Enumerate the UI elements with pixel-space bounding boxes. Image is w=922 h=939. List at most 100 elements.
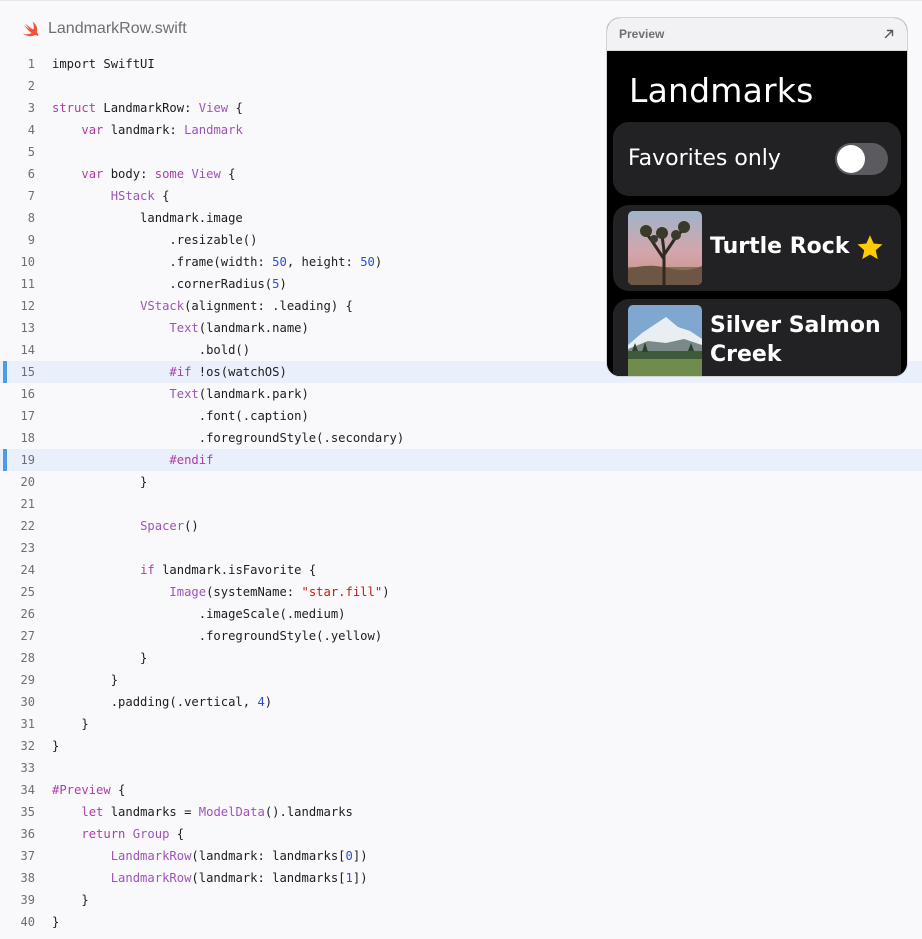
code-token: )	[382, 585, 390, 599]
code-line: 35 let landmarks = ModelData().landmarks	[0, 801, 922, 823]
line-source: import SwiftUI	[52, 53, 155, 75]
swift-icon	[22, 21, 39, 37]
code-token: {	[110, 783, 126, 797]
code-token: , height:	[286, 255, 361, 269]
code-token: #if	[169, 365, 192, 379]
line-number: 15	[20, 365, 35, 379]
code-token: }	[52, 739, 60, 753]
line-number: 34	[20, 783, 35, 797]
line-number: 40	[20, 915, 35, 929]
line-source: Image(systemName: "star.fill")	[52, 581, 390, 603]
code-token: )	[374, 255, 383, 269]
line-number: 3	[27, 101, 35, 115]
code-token: .resizable()	[52, 233, 258, 247]
code-token: {	[154, 189, 170, 203]
code-token: #endif	[169, 453, 214, 467]
code-token: }	[52, 651, 148, 665]
code-token: 1	[345, 871, 353, 885]
expand-arrow-icon[interactable]	[883, 28, 895, 40]
code-token: if	[140, 563, 163, 577]
favorites-toggle[interactable]	[835, 143, 888, 175]
line-number: 27	[20, 629, 35, 643]
code-token: #Preview	[52, 783, 111, 797]
code-token: {	[220, 167, 236, 181]
code-line: 36 return Group {	[0, 823, 922, 845]
line-number: 2	[27, 79, 35, 93]
line-number: 29	[20, 673, 35, 687]
code-token: .bold()	[52, 343, 251, 357]
preview-panel: Preview Landmarks Favorites only Turtle …	[606, 17, 908, 377]
line-source: }	[52, 669, 118, 691]
code-token: {	[169, 827, 185, 841]
code-line: 33	[0, 757, 922, 779]
code-token: HStack	[110, 189, 155, 203]
favorites-toggle-label: Favorites only	[628, 146, 781, 171]
line-number: 16	[20, 387, 35, 401]
code-token: (landmark.name)	[198, 321, 309, 335]
code-token: var	[81, 123, 111, 137]
line-source: LandmarkRow(landmark: landmarks[0])	[52, 845, 368, 867]
code-token: LandmarkRow	[110, 849, 192, 863]
star-fill-icon	[857, 235, 883, 260]
line-source: HStack {	[52, 185, 170, 207]
landmark-name-line-2: Creek	[710, 342, 782, 367]
code-token: Group	[132, 827, 170, 841]
line-number: 20	[20, 475, 35, 489]
line-source: .font(.caption)	[52, 405, 309, 427]
code-token: }	[52, 915, 60, 929]
code-line: 39 }	[0, 889, 922, 911]
code-token: )	[279, 277, 287, 291]
code-line: 20 }	[0, 471, 922, 493]
file-header: LandmarkRow.swift	[20, 17, 187, 41]
code-line: 26 .imageScale(.medium)	[0, 603, 922, 625]
line-source: Text(landmark.name)	[52, 317, 309, 339]
line-source: .bold()	[52, 339, 250, 361]
line-number: 22	[20, 519, 35, 533]
code-line: 21	[0, 493, 922, 515]
code-token: .foregroundStyle(.yellow)	[52, 629, 383, 643]
line-number: 24	[20, 563, 35, 577]
joshua-tree-photo	[628, 211, 702, 285]
code-token: }	[52, 893, 89, 907]
code-token: landmark:	[110, 123, 185, 137]
line-number: 1	[27, 57, 35, 71]
code-token: var	[81, 167, 111, 181]
line-number: 4	[27, 123, 35, 137]
code-line: 17 .font(.caption)	[0, 405, 922, 427]
line-source: #endif	[52, 449, 213, 471]
line-number: 39	[20, 893, 35, 907]
code-line: 32}	[0, 735, 922, 757]
line-source: Spacer()	[52, 515, 199, 537]
code-line: 19 #endif	[0, 449, 922, 471]
landmark-name-line-1: Silver Salmon	[710, 313, 881, 338]
code-token: ModelData	[198, 805, 265, 819]
landmark-row-silver-salmon-creek[interactable]: Silver Salmon Creek	[613, 299, 901, 376]
landmark-name: Silver Salmon Creek	[710, 311, 890, 369]
code-token: "star.fill"	[301, 585, 383, 599]
code-token: .foregroundStyle(.secondary)	[52, 431, 405, 445]
line-number: 10	[20, 255, 35, 269]
line-source: }	[52, 471, 147, 493]
line-source: }	[52, 735, 59, 757]
line-source: struct LandmarkRow: View {	[52, 97, 243, 119]
code-token: .padding(.vertical,	[52, 695, 258, 709]
line-source: landmark.image	[52, 207, 243, 229]
code-token: LandmarkRow	[110, 871, 192, 885]
code-token: 0	[345, 849, 353, 863]
favorites-toggle-row: Favorites only	[613, 122, 901, 196]
landmark-row-turtle-rock[interactable]: Turtle Rock	[613, 205, 901, 291]
line-number: 8	[27, 211, 35, 225]
code-token: landmark.isFavorite {	[162, 563, 317, 577]
code-token: .imageScale(.medium)	[52, 607, 346, 621]
